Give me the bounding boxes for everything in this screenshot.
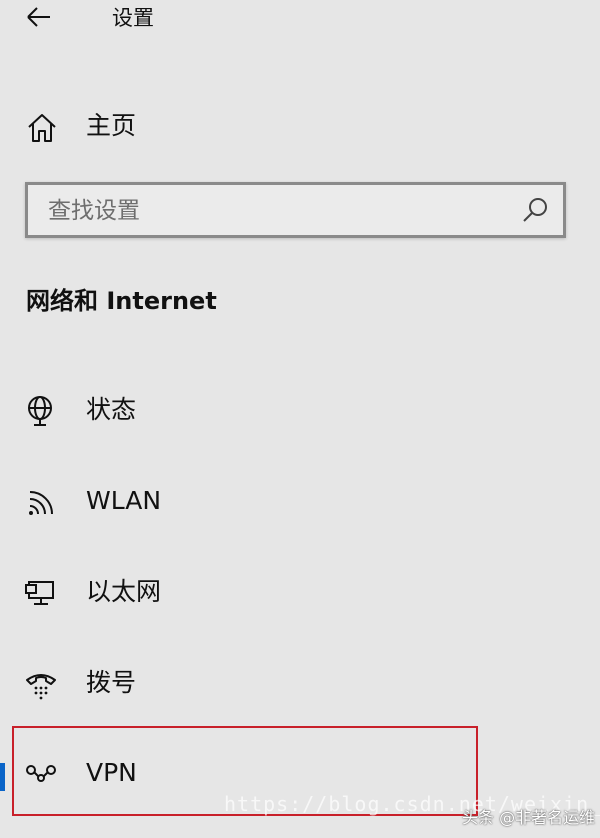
- search-input[interactable]: [48, 192, 488, 230]
- search-icon[interactable]: [521, 196, 549, 224]
- search-box[interactable]: [25, 182, 566, 238]
- vpn-icon: [26, 765, 56, 782]
- back-button[interactable]: [22, 2, 56, 32]
- dialup-icon: [26, 674, 56, 700]
- nav-item-label: 状态: [86, 395, 137, 424]
- nav-item-ethernet[interactable]: 以太网: [0, 562, 600, 622]
- nav-item-wlan[interactable]: WLAN: [0, 471, 600, 531]
- wifi-icon: [29, 491, 53, 515]
- nav-item-dialup[interactable]: 拨号: [0, 653, 600, 713]
- nav-item-label: 以太网: [86, 577, 162, 606]
- nav-item-label: WLAN: [86, 486, 162, 515]
- globe-status-icon: [28, 396, 52, 426]
- nav-item-status[interactable]: 状态: [0, 380, 600, 440]
- window-title: 设置: [112, 6, 154, 30]
- nav-item-label: 拨号: [86, 668, 137, 697]
- home-icon: [28, 114, 56, 142]
- nav-item-label: VPN: [86, 758, 137, 787]
- nav-home-label: 主页: [86, 111, 137, 140]
- selected-indicator: [0, 763, 5, 791]
- nav-home[interactable]: 主页: [0, 104, 600, 148]
- title-bar: 设置: [0, 0, 600, 40]
- arrow-left-icon: [27, 7, 50, 27]
- ethernet-icon: [25, 581, 54, 605]
- watermark-source: 头条 @非著名运维: [462, 808, 596, 827]
- section-title: 网络和 Internet: [26, 287, 217, 315]
